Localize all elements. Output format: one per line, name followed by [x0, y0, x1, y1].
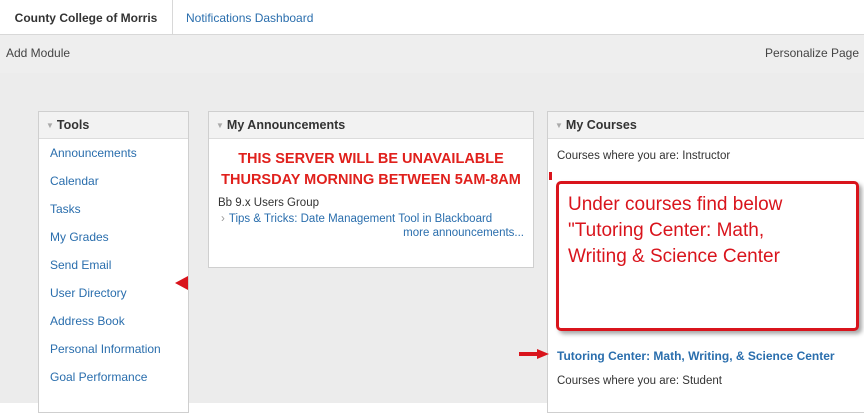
tools-item-tasks[interactable]: Tasks: [39, 195, 188, 223]
more-announcements-link[interactable]: more announcements...: [209, 227, 533, 239]
courses-module-header[interactable]: ▼ My Courses: [548, 112, 864, 139]
tools-item-my-grades[interactable]: My Grades: [39, 223, 188, 251]
personalize-page-button[interactable]: Personalize Page: [765, 46, 859, 60]
annotation-mark: [549, 172, 552, 180]
callout-line-2: "Tutoring Center: Math,: [568, 220, 765, 241]
tools-module: ▼ Tools Announcements Calendar Tasks My G…: [38, 111, 189, 413]
server-alert: THIS SERVER WILL BE UNAVAILABLE THURSDAY…: [209, 149, 533, 191]
tutoring-center-course-link[interactable]: Tutoring Center: Math, Writing, & Scienc…: [557, 349, 835, 363]
announcements-module-title: My Announcements: [226, 118, 346, 132]
alert-line-1: THIS SERVER WILL BE UNAVAILABLE: [238, 151, 504, 167]
courses-module-title: My Courses: [565, 118, 637, 132]
tools-item-send-email[interactable]: Send Email: [39, 251, 188, 279]
announcements-module: ▼ My Announcements THIS SERVER WILL BE UN…: [208, 111, 534, 268]
instructor-courses-label: Courses where you are: Instructor: [557, 150, 731, 162]
tools-item-address-book[interactable]: Address Book: [39, 307, 188, 335]
annotation-arrow-right-icon: [519, 349, 549, 359]
announcement-group: Bb 9.x Users Group: [218, 197, 319, 209]
tools-item-goal-performance[interactable]: Goal Performance: [39, 363, 188, 391]
announcements-module-header[interactable]: ▼ My Announcements: [209, 112, 533, 139]
collapse-caret-icon[interactable]: ▼: [46, 121, 54, 130]
announcement-link[interactable]: › Tips & Tricks: Date Management Tool in …: [209, 213, 533, 225]
tools-item-personal-information[interactable]: Personal Information: [39, 335, 188, 363]
announcement-link-text[interactable]: Tips & Tricks: Date Management Tool in B…: [229, 213, 492, 225]
add-module-button[interactable]: Add Module: [6, 46, 70, 60]
student-courses-label: Courses where you are: Student: [557, 375, 722, 387]
tools-module-title: Tools: [56, 118, 90, 132]
tab-county-college-of-morris[interactable]: County College of Morris: [0, 0, 173, 34]
tab-notifications-dashboard[interactable]: Notifications Dashboard: [186, 0, 313, 34]
alert-line-2: THURSDAY MORNING BETWEEN 5AM-8AM: [221, 172, 521, 188]
tools-item-calendar[interactable]: Calendar: [39, 167, 188, 195]
tab-bar: County College of Morris Notifications D…: [0, 0, 864, 35]
chevron-right-icon: ›: [221, 213, 225, 225]
tools-list: Announcements Calendar Tasks My Grades S…: [39, 139, 188, 391]
callout-line-3: Writing & Science Center: [568, 246, 780, 267]
collapse-caret-icon[interactable]: ▼: [555, 121, 563, 130]
callout-line-1: Under courses find below: [568, 194, 783, 215]
collapse-caret-icon[interactable]: ▼: [216, 121, 224, 130]
tools-item-user-directory[interactable]: User Directory: [39, 279, 188, 307]
page-toolbar: Add Module Personalize Page: [0, 35, 864, 73]
annotation-callout: Under courses find below "Tutoring Cente…: [556, 181, 859, 331]
tools-module-header[interactable]: ▼ Tools: [39, 112, 188, 139]
tools-item-announcements[interactable]: Announcements: [39, 139, 188, 167]
annotation-arrow-left-icon: [175, 276, 188, 290]
